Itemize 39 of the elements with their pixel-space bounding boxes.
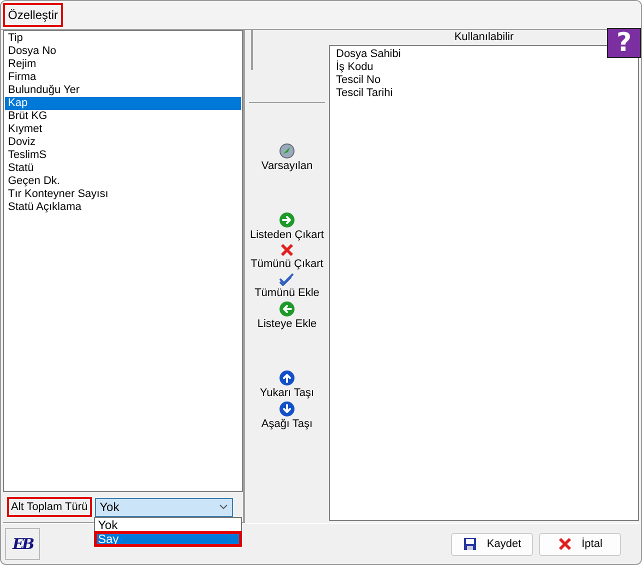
- list-item[interactable]: Tip: [5, 32, 241, 45]
- toolbar-button[interactable]: Varsayılan: [261, 143, 313, 172]
- dropdown-option[interactable]: Say: [95, 532, 241, 546]
- save-button[interactable]: Kaydet: [451, 532, 533, 556]
- list-item[interactable]: Dosya Sahibi: [333, 48, 404, 61]
- list-item[interactable]: TeslimS: [5, 149, 241, 162]
- list-item[interactable]: Statü Açıklama: [5, 201, 241, 214]
- list-item[interactable]: Brüt KG: [5, 110, 241, 123]
- toolbar-button[interactable]: Yukarı Taşı: [260, 370, 314, 399]
- cancel-button[interactable]: İptal: [539, 532, 621, 556]
- double-check-icon: [278, 272, 295, 286]
- chevron-down-icon: [218, 504, 228, 510]
- toolbar-button[interactable]: Tümünü Ekle: [254, 272, 320, 299]
- toolbar-button[interactable]: Listeden Çıkart: [250, 212, 324, 241]
- list-item[interactable]: Kıymet: [5, 123, 241, 136]
- toolbar-button[interactable]: Aşağı Taşı: [261, 401, 313, 430]
- list-item[interactable]: Dosya No: [5, 45, 241, 58]
- help-button[interactable]: ?: [607, 28, 641, 58]
- toolbar-button[interactable]: Tümünü Çıkart: [250, 243, 324, 270]
- list-item[interactable]: Rejim: [5, 58, 241, 71]
- list-item[interactable]: Firma: [5, 71, 241, 84]
- dropdown-option[interactable]: Yok: [95, 518, 241, 532]
- cross-icon: [558, 537, 572, 551]
- list-item[interactable]: Geçen Dk.: [5, 175, 241, 188]
- list-item[interactable]: İş Kodu: [333, 61, 376, 74]
- list-item[interactable]: Bulunduğu Yer: [5, 84, 241, 97]
- subtotal-label: Alt Toplam Türü: [7, 497, 92, 517]
- list-item[interactable]: Doviz: [5, 136, 241, 149]
- list-item[interactable]: Tır Konteyner Sayısı: [5, 188, 241, 201]
- list-item[interactable]: Tescil Tarihi: [333, 87, 396, 100]
- list-item[interactable]: Kap: [5, 97, 241, 110]
- list-item[interactable]: Tescil No: [333, 74, 384, 87]
- cross-icon: [280, 243, 294, 257]
- window-title: Özelleştir: [3, 3, 64, 27]
- logo: EB: [5, 528, 40, 560]
- subtotal-dropdown[interactable]: Yok: [94, 498, 233, 516]
- toolbar-button[interactable]: Listeye Ekle: [257, 301, 317, 330]
- compass-icon: [279, 143, 295, 159]
- list-item[interactable]: Statü: [5, 162, 241, 175]
